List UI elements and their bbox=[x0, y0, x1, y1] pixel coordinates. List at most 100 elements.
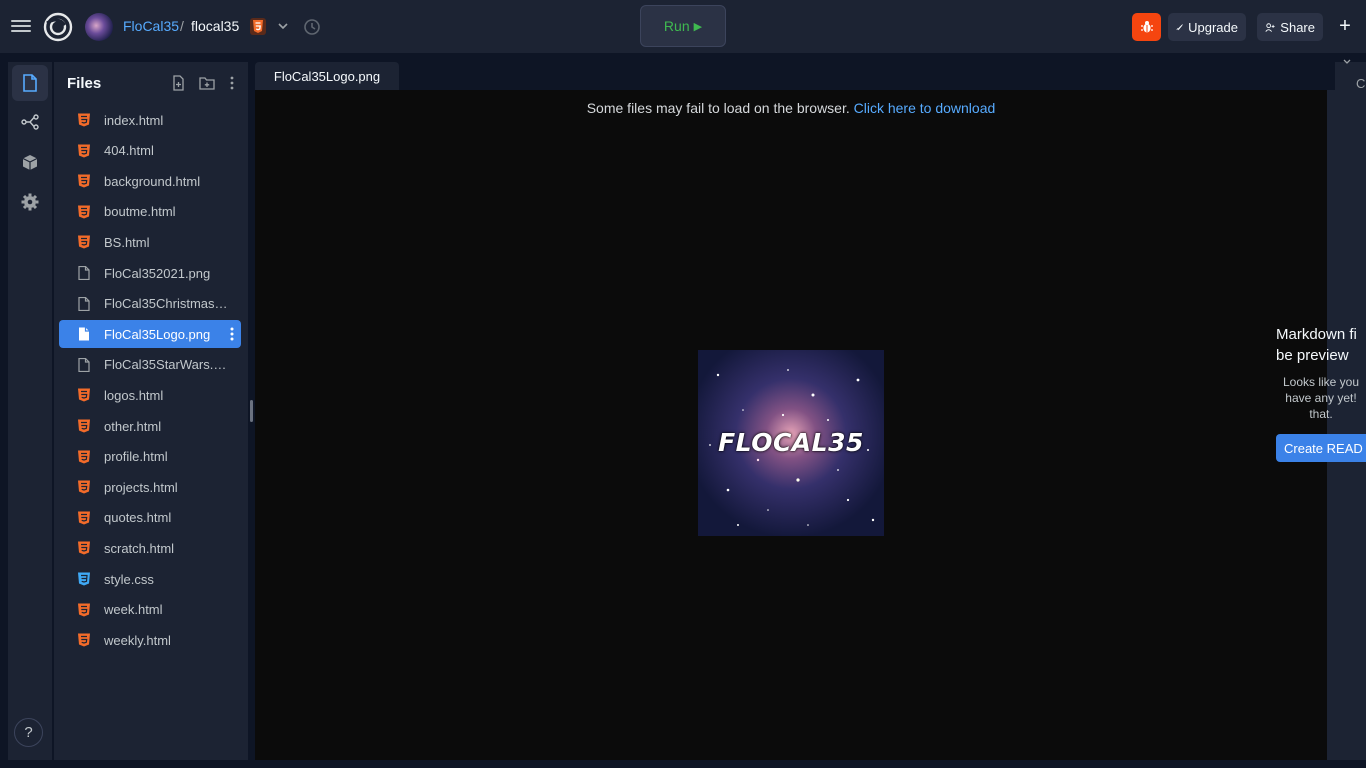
files-title: Files bbox=[67, 75, 102, 92]
file-item[interactable]: scratch.html bbox=[59, 534, 241, 562]
file-name: logos.html bbox=[104, 387, 164, 403]
run-label: Run bbox=[663, 18, 690, 34]
image-file-icon bbox=[79, 327, 89, 341]
file-item[interactable]: FloCal35StarWars.jpg bbox=[59, 351, 241, 379]
markdown-desc-line2: have any yet! bbox=[1285, 391, 1357, 405]
share-label: Share bbox=[1280, 19, 1315, 35]
file-item[interactable]: FloCal35Christmas.png bbox=[59, 290, 241, 318]
file-item[interactable]: quotes.html bbox=[59, 504, 241, 532]
breadcrumb-separator: / bbox=[180, 18, 184, 34]
load-warning-text: Some files may fail to load on the brows… bbox=[586, 100, 854, 116]
download-link[interactable]: Click here to download bbox=[854, 100, 996, 116]
bug-report-button[interactable] bbox=[1132, 13, 1161, 41]
file-item[interactable]: logos.html bbox=[59, 381, 241, 409]
html-file-icon bbox=[78, 450, 90, 464]
file-name: week.html bbox=[104, 602, 163, 618]
editor-tab-strip: FloCal35Logo.png bbox=[255, 62, 1327, 90]
play-icon: ▶ bbox=[693, 20, 703, 33]
html-file-icon bbox=[78, 603, 90, 617]
file-item[interactable]: index.html bbox=[59, 106, 241, 134]
file-item[interactable]: BS.html bbox=[59, 228, 241, 256]
file-name: scratch.html bbox=[104, 540, 175, 556]
new-folder-icon[interactable] bbox=[199, 75, 215, 91]
file-item[interactable]: projects.html bbox=[59, 473, 241, 501]
logo-image-text: FLOCAL35 bbox=[718, 428, 864, 457]
tab-console[interactable]: Co bbox=[1342, 62, 1366, 90]
new-file-icon[interactable] bbox=[171, 75, 187, 91]
git-branch-icon bbox=[21, 114, 39, 130]
image-file-icon bbox=[78, 296, 90, 311]
package-icon bbox=[22, 154, 38, 170]
image-viewer: Some files may fail to load on the brows… bbox=[255, 90, 1327, 760]
create-readme-button[interactable]: Create READ bbox=[1276, 434, 1366, 462]
html-file-icon bbox=[78, 633, 90, 647]
new-tab-button[interactable]: + bbox=[1336, 16, 1354, 36]
sidebar-item-packages[interactable] bbox=[12, 144, 48, 180]
markdown-desc-line3: that. bbox=[1309, 407, 1333, 421]
css-file-icon bbox=[78, 572, 90, 586]
rocket-icon bbox=[1176, 23, 1183, 30]
file-item[interactable]: week.html bbox=[59, 596, 241, 624]
help-button[interactable]: ? bbox=[14, 718, 43, 747]
file-name: FloCal35StarWars.jpg bbox=[104, 357, 229, 373]
file-name: profile.html bbox=[104, 449, 168, 465]
markdown-title-line2: be preview bbox=[1276, 347, 1349, 364]
html-file-icon bbox=[78, 480, 90, 494]
file-item[interactable]: profile.html bbox=[59, 443, 241, 471]
html-file-icon bbox=[78, 511, 90, 525]
image-file-icon bbox=[78, 266, 90, 280]
replit-logo-icon[interactable] bbox=[43, 12, 73, 42]
file-item[interactable]: FloCal35Logo.png bbox=[59, 320, 241, 349]
file-item[interactable]: 404.html bbox=[59, 137, 241, 165]
file-item[interactable]: FloCal352021.png bbox=[59, 259, 241, 287]
html-file-icon bbox=[78, 174, 90, 188]
tab-flocal35logo[interactable]: FloCal35Logo.png bbox=[255, 62, 399, 90]
sidebar-item-files[interactable] bbox=[12, 65, 48, 101]
html-file-icon bbox=[78, 388, 90, 402]
file-name: FloCal35Logo.png bbox=[104, 326, 211, 342]
chevron-down-icon[interactable] bbox=[277, 20, 289, 32]
file-name: index.html bbox=[104, 112, 164, 128]
sidebar-item-version-control[interactable] bbox=[12, 104, 48, 140]
repl-name[interactable]: flocal35 bbox=[191, 18, 239, 34]
avatar[interactable] bbox=[85, 13, 113, 41]
file-name: 404.html bbox=[104, 143, 154, 159]
file-item[interactable]: background.html bbox=[59, 167, 241, 195]
file-name: quotes.html bbox=[104, 510, 172, 526]
html5-icon[interactable] bbox=[250, 18, 266, 35]
sidebar-item-settings[interactable] bbox=[12, 184, 48, 220]
html-file-icon bbox=[78, 144, 90, 158]
logo-image: FLOCAL35 bbox=[698, 350, 884, 536]
html-file-icon bbox=[78, 419, 90, 433]
run-button[interactable]: Run ▶ bbox=[640, 5, 726, 47]
panel-resize-handle[interactable] bbox=[250, 400, 253, 422]
markdown-desc-line1: Looks like you bbox=[1282, 375, 1360, 389]
file-name: background.html bbox=[104, 173, 201, 189]
file-item[interactable]: style.css bbox=[59, 565, 241, 593]
upgrade-button[interactable]: Upgrade bbox=[1168, 13, 1246, 41]
file-name: BS.html bbox=[104, 234, 150, 250]
html-file-icon bbox=[78, 235, 90, 249]
add-user-icon bbox=[1265, 22, 1275, 32]
more-options-icon[interactable] bbox=[224, 75, 240, 91]
file-name: projects.html bbox=[104, 479, 178, 495]
markdown-title-line1: Markdown fi bbox=[1276, 326, 1357, 343]
file-name: FloCal35Christmas.png bbox=[104, 296, 229, 312]
file-item[interactable]: weekly.html bbox=[59, 626, 241, 654]
menu-icon[interactable] bbox=[11, 17, 31, 37]
history-icon[interactable] bbox=[303, 18, 321, 36]
upgrade-label: Upgrade bbox=[1188, 19, 1238, 35]
file-item[interactable]: other.html bbox=[59, 412, 241, 440]
gear-icon bbox=[21, 193, 39, 211]
file-item[interactable]: boutme.html bbox=[59, 198, 241, 226]
file-icon bbox=[23, 74, 37, 92]
html-file-icon bbox=[78, 541, 90, 555]
files-panel: Files index.html 404.html background.html b… bbox=[54, 62, 248, 760]
file-options-icon[interactable] bbox=[229, 326, 235, 342]
file-name: FloCal352021.png bbox=[104, 265, 211, 281]
share-button[interactable]: Share bbox=[1257, 13, 1323, 41]
image-file-icon bbox=[78, 357, 90, 372]
owner-link[interactable]: FloCal35 bbox=[123, 18, 179, 34]
markdown-preview-empty: Markdown fi be preview Looks like you ha… bbox=[1276, 324, 1366, 464]
file-name: style.css bbox=[104, 571, 154, 587]
